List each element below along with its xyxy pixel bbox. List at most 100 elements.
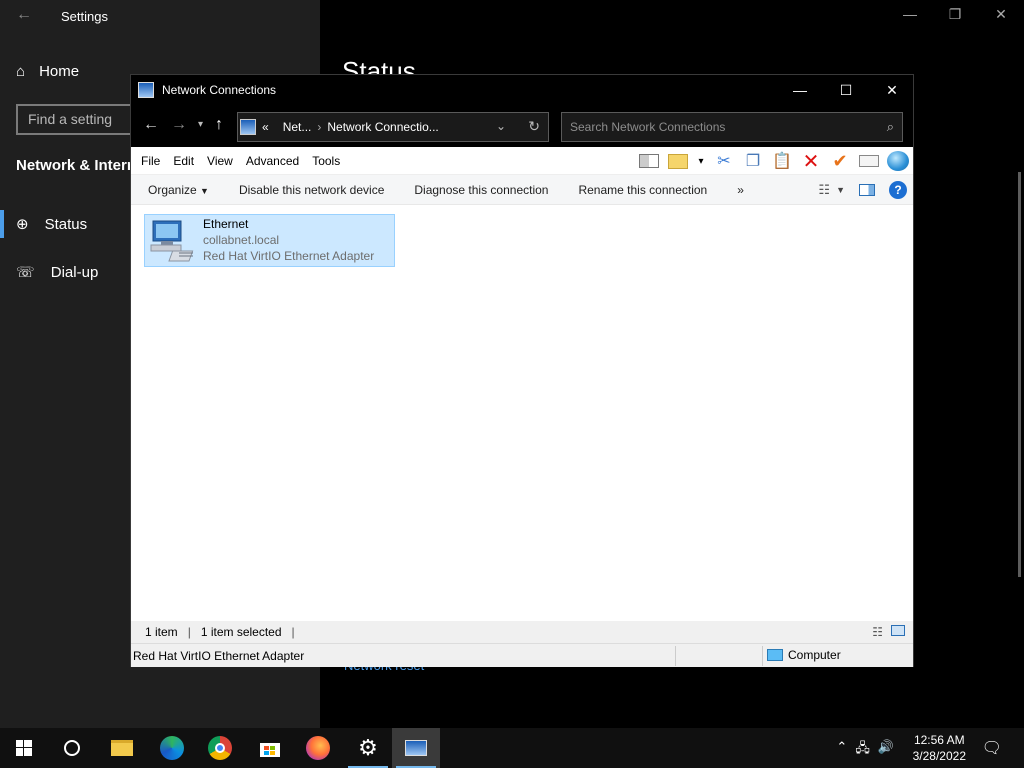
- diagnose-button[interactable]: Diagnose this connection: [414, 183, 548, 197]
- desktop: ← Settings — ❐ ✕ ⌂ Home Find a setting N…: [0, 0, 1024, 768]
- refresh-icon[interactable]: ↻: [528, 118, 540, 135]
- rename-icon[interactable]: [858, 150, 880, 172]
- status-view-controls: ☷: [872, 625, 905, 639]
- search-placeholder: Search Network Connections: [570, 120, 726, 134]
- window-title: Network Connections: [162, 83, 277, 97]
- edge-icon[interactable]: [148, 728, 196, 768]
- firefox-icon[interactable]: [294, 728, 342, 768]
- network-icon[interactable]: 🖧: [855, 739, 870, 761]
- taskbar: ⚙ ⌃ 🖧 🔊 12:56 AM 3/28/2022 🗨: [0, 728, 1024, 768]
- chevron-up-icon[interactable]: ⌃: [836, 739, 847, 761]
- organize-label: Organize: [148, 182, 197, 197]
- menu-view[interactable]: View: [207, 154, 233, 168]
- chevron-down-icon[interactable]: ▼: [836, 185, 845, 195]
- item-count: 1 item: [145, 625, 178, 639]
- maximize-icon[interactable]: ☐: [823, 75, 869, 105]
- chevron-down-icon: ▼: [200, 185, 209, 196]
- recent-locations-icon[interactable]: ▾: [198, 119, 203, 130]
- item-network: collabnet.local: [203, 233, 280, 247]
- view-controls: ☷ ▼ ?: [818, 179, 907, 201]
- chevron-right-icon: ›: [317, 120, 322, 134]
- chrome-icon[interactable]: [196, 728, 244, 768]
- title-bar[interactable]: Network Connections — ☐ ✕: [131, 75, 913, 105]
- item-name: Ethernet: [203, 217, 249, 231]
- home-nav-item[interactable]: ⌂ Home: [16, 63, 79, 80]
- address-row: ← → ▾ ↑ « Net... › Network Connectio... …: [131, 105, 913, 147]
- restore-icon[interactable]: ❐: [940, 6, 970, 23]
- divider: |: [291, 625, 295, 639]
- search-icon: ⌕: [886, 119, 894, 134]
- computer-icon: [767, 649, 783, 661]
- network-connections-window: Network Connections — ☐ ✕ ← → ▾ ↑ « Net.…: [130, 74, 914, 667]
- notification-icon[interactable]: 🗨: [982, 738, 1002, 758]
- address-bar[interactable]: « Net... › Network Connectio... ⌄ ↻: [237, 112, 549, 142]
- minimize-icon[interactable]: —: [895, 6, 925, 22]
- dropdown-icon[interactable]: ▾: [696, 150, 706, 172]
- status-bar: 1 item | 1 item selected | ☷: [131, 621, 913, 643]
- cut-icon[interactable]: ✂: [713, 150, 735, 172]
- scrollbar[interactable]: [1018, 172, 1021, 577]
- close-icon[interactable]: ✕: [869, 75, 915, 105]
- sidebar-item-status[interactable]: ⊕ Status: [16, 215, 88, 234]
- network-adapter-icon: [149, 217, 197, 265]
- more-commands-button[interactable]: »: [737, 183, 744, 197]
- help-icon[interactable]: ?: [889, 181, 907, 199]
- properties-check-icon[interactable]: ✔: [829, 150, 851, 172]
- selection-count: 1 item selected: [200, 625, 282, 639]
- location-label: Computer: [788, 648, 841, 662]
- selected-description: Red Hat VirtIO Ethernet Adapter: [133, 649, 305, 663]
- forward-icon[interactable]: →: [171, 116, 187, 134]
- large-icons-view-icon[interactable]: [891, 625, 905, 636]
- close-icon[interactable]: ✕: [986, 6, 1016, 23]
- sidebar-item-dialup[interactable]: ☏ Dial-up: [16, 263, 99, 282]
- network-connections-icon: [138, 82, 154, 98]
- file-list: Ethernet collabnet.local Red Hat VirtIO …: [131, 205, 913, 621]
- paste-icon[interactable]: 📋: [771, 150, 793, 172]
- menu-tools[interactable]: Tools: [312, 154, 340, 168]
- sidebar-item-label: Dial-up: [50, 263, 99, 281]
- start-icon[interactable]: [0, 728, 48, 768]
- breadcrumb-item[interactable]: Net...: [283, 120, 312, 134]
- home-label: Home: [39, 63, 80, 80]
- back-icon[interactable]: ←: [143, 116, 159, 134]
- list-item-ethernet[interactable]: Ethernet collabnet.local Red Hat VirtIO …: [144, 214, 395, 267]
- sidebar-item-label: Status: [44, 215, 88, 233]
- breadcrumb-overflow[interactable]: «: [262, 120, 269, 134]
- preview-pane-icon[interactable]: [638, 150, 660, 172]
- disable-device-button[interactable]: Disable this network device: [239, 183, 384, 197]
- volume-icon[interactable]: 🔊: [878, 739, 894, 761]
- network-connections-icon[interactable]: [392, 728, 440, 768]
- menu-file[interactable]: File: [141, 154, 160, 168]
- cortana-icon[interactable]: [48, 728, 96, 768]
- organize-button[interactable]: Organize ▼: [148, 183, 209, 197]
- globe-icon: ⊕: [16, 216, 29, 233]
- delete-icon[interactable]: ✕: [800, 150, 822, 173]
- minimize-icon[interactable]: —: [777, 75, 823, 105]
- back-arrow-icon[interactable]: ←: [16, 6, 32, 24]
- rename-button[interactable]: Rename this connection: [578, 183, 707, 197]
- network-connections-icon: [240, 119, 256, 135]
- search-input[interactable]: Search Network Connections ⌕: [561, 112, 903, 142]
- divider: |: [187, 625, 191, 639]
- change-view-icon[interactable]: ☷: [818, 182, 830, 198]
- legacy-toolbar: ▾ ✂ ❐ 📋 ✕ ✔: [638, 149, 909, 173]
- menu-advanced[interactable]: Advanced: [246, 154, 299, 168]
- clock[interactable]: 12:56 AM 3/28/2022: [913, 732, 966, 764]
- breadcrumb-item[interactable]: Network Connectio...: [327, 120, 438, 134]
- globe-icon[interactable]: [887, 150, 909, 172]
- chevron-down-icon[interactable]: ⌄: [496, 119, 506, 133]
- copy-icon[interactable]: ❐: [742, 150, 764, 172]
- dialup-icon: ☏: [16, 264, 35, 281]
- folder-icon[interactable]: [667, 150, 689, 172]
- find-setting-input[interactable]: Find a setting: [16, 104, 146, 135]
- up-icon[interactable]: ↑: [215, 116, 223, 134]
- menu-edit[interactable]: Edit: [173, 154, 194, 168]
- file-explorer-icon[interactable]: [98, 728, 146, 768]
- details-view-icon[interactable]: ☷: [872, 625, 883, 639]
- settings-icon[interactable]: ⚙: [344, 728, 392, 768]
- store-icon[interactable]: [246, 728, 294, 768]
- item-adapter: Red Hat VirtIO Ethernet Adapter: [203, 249, 375, 263]
- preview-pane-icon[interactable]: [859, 184, 875, 196]
- divider: [675, 646, 676, 666]
- settings-title: Settings: [61, 9, 108, 24]
